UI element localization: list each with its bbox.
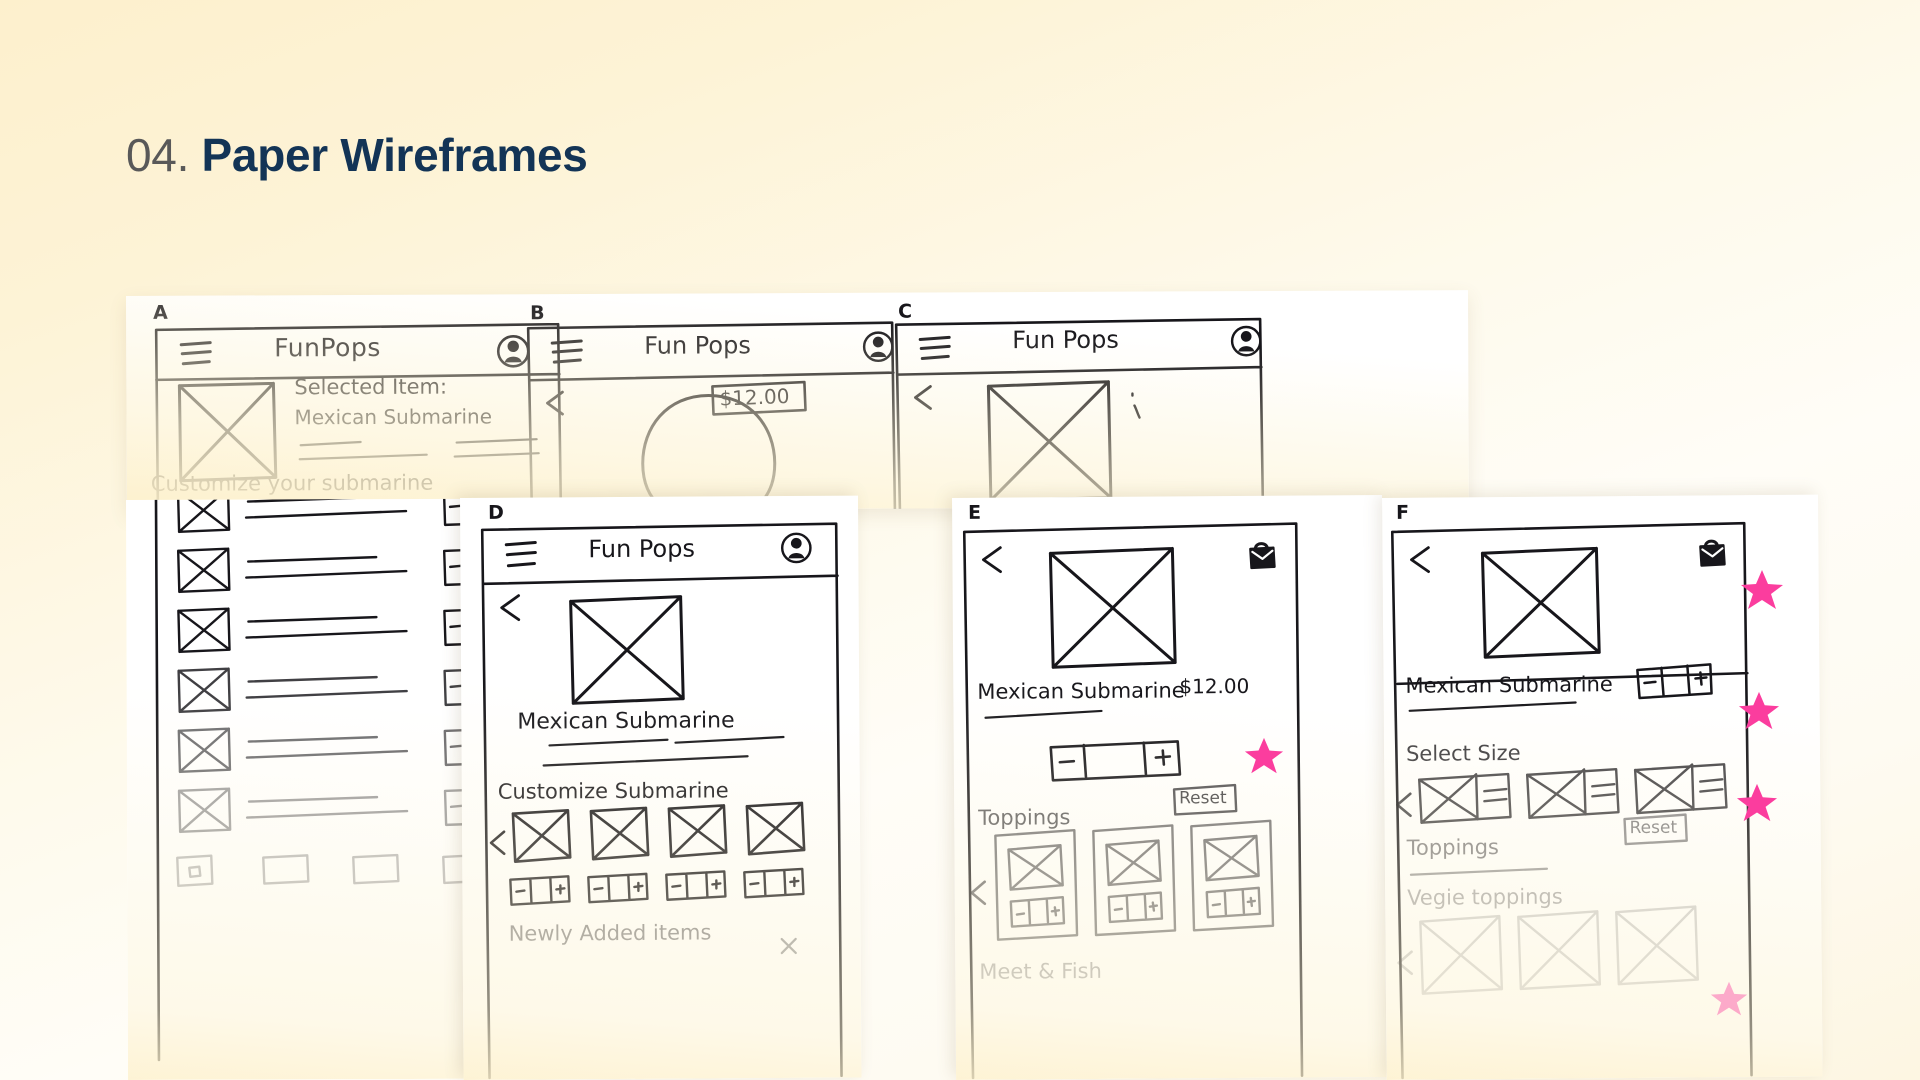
star-annotation	[1738, 691, 1780, 730]
option-card[interactable]	[744, 801, 806, 858]
back-arrow-icon[interactable]	[488, 830, 508, 856]
underline	[1408, 701, 1577, 712]
reset-label-e: Reset	[1179, 788, 1227, 809]
underline-group	[542, 735, 785, 767]
price-value-e: $12.00	[1179, 673, 1250, 699]
hamburger-menu-icon[interactable]	[918, 335, 952, 362]
back-arrow-icon[interactable]	[499, 594, 523, 622]
selected-item-value: Mexican Submarine	[294, 404, 493, 430]
list-item[interactable]	[177, 727, 469, 784]
image-placeholder	[569, 595, 685, 705]
screen-title-c: Fun Pops	[1012, 325, 1119, 355]
bottom-nav-bar[interactable]	[175, 851, 469, 898]
star-annotation	[1741, 570, 1783, 609]
quantity-stepper[interactable]	[1635, 663, 1713, 700]
back-arrow-icon[interactable]	[1408, 546, 1432, 574]
option-card[interactable]	[510, 809, 572, 865]
newly-added-heading: Newly Added items	[508, 920, 712, 946]
list-item[interactable]	[176, 498, 469, 544]
meat-fish-heading: Meet & Fish	[979, 958, 1102, 984]
wireframe-label-d: D	[488, 501, 504, 524]
price-value-b: $12.00	[719, 383, 790, 411]
image-placeholder	[1480, 546, 1601, 659]
avatar-icon[interactable]	[780, 532, 812, 564]
shopping-bag-icon[interactable]	[1246, 538, 1276, 570]
close-icon[interactable]	[779, 936, 799, 956]
topping-card[interactable]	[992, 828, 1079, 942]
topping-card[interactable]	[1515, 910, 1602, 991]
size-option-card[interactable]	[1632, 763, 1730, 816]
topping-card[interactable]	[1188, 819, 1275, 933]
list-item[interactable]	[176, 547, 469, 604]
size-option-card[interactable]	[1524, 767, 1622, 821]
image-placeholder	[177, 381, 278, 483]
pink-mark-small	[1131, 392, 1141, 419]
hamburger-menu-icon[interactable]	[550, 339, 584, 366]
customize-heading-a: Customize your submarine	[150, 470, 434, 496]
screen-title-d: Fun Pops	[588, 534, 695, 564]
reset-label-f: Reset	[1629, 817, 1678, 839]
hamburger-menu-icon[interactable]	[179, 341, 213, 368]
underline	[1409, 867, 1549, 876]
wireframe-sheet-e: E Mexican Submarine $12.00 Toppings Rese…	[952, 494, 1387, 1080]
back-arrow-icon[interactable]	[1394, 792, 1414, 818]
avatar-icon[interactable]	[862, 331, 894, 363]
wireframe-sheet-a-body	[126, 498, 469, 1080]
wireframe-sheet-d: D Fun Pops Mexican Submarine Customize S…	[460, 495, 862, 1080]
wireframe-label-b: B	[530, 302, 545, 325]
toppings-heading-f: Toppings	[1406, 835, 1500, 860]
wireframe-label-c: C	[898, 300, 913, 323]
select-size-heading: Select Size	[1405, 740, 1521, 766]
underline-group	[298, 438, 540, 461]
avatar-icon[interactable]	[496, 334, 530, 368]
product-name-f: Mexican Submarine	[1405, 672, 1613, 698]
image-placeholder	[986, 380, 1113, 502]
wireframe-label-f: F	[1396, 501, 1410, 524]
option-card[interactable]	[666, 804, 728, 860]
wireframe-label-e: E	[968, 501, 982, 524]
star-annotation	[1710, 981, 1748, 1016]
image-placeholder	[1048, 546, 1177, 669]
underline	[984, 709, 1103, 719]
star-annotation	[1244, 737, 1284, 774]
quantity-stepper[interactable]	[1048, 740, 1182, 783]
screen-title-a: FunPops	[274, 332, 381, 363]
back-arrow-icon[interactable]	[969, 880, 989, 906]
product-name-d: Mexican Submarine	[517, 708, 735, 735]
topping-card[interactable]	[1417, 914, 1504, 996]
list-item[interactable]	[177, 667, 469, 724]
quantity-stepper[interactable]	[664, 870, 728, 901]
quantity-stepper[interactable]	[508, 875, 572, 906]
vegie-toppings-heading: Vegie toppings	[1407, 884, 1563, 910]
back-arrow-icon[interactable]	[980, 546, 1004, 574]
back-arrow-icon[interactable]	[912, 384, 934, 410]
size-option-card[interactable]	[1416, 772, 1514, 826]
back-arrow-icon[interactable]	[1396, 950, 1416, 976]
screen-title-b: Fun Pops	[644, 331, 751, 360]
topping-card[interactable]	[1613, 905, 1700, 987]
paper-wireframe-photo-stack: A FunPops Selected Item: Mexican Submari…	[0, 0, 1920, 1080]
list-item[interactable]	[177, 787, 469, 844]
star-annotation	[1736, 783, 1778, 822]
selected-item-label: Selected Item:	[294, 374, 448, 400]
list-item[interactable]	[176, 607, 469, 664]
product-name-e: Mexican Submarine	[977, 678, 1185, 704]
toppings-heading-e: Toppings	[978, 805, 1071, 830]
quantity-stepper[interactable]	[742, 867, 806, 899]
customize-heading-d: Customize Submarine	[497, 778, 729, 804]
option-card[interactable]	[588, 806, 650, 863]
hamburger-menu-icon[interactable]	[504, 541, 538, 570]
wireframe-label-a: A	[153, 301, 168, 324]
quantity-stepper[interactable]	[586, 872, 650, 904]
avatar-icon[interactable]	[1230, 325, 1262, 357]
wireframe-sheet-back-row: A FunPops Selected Item: Mexican Submari…	[126, 290, 1469, 512]
back-arrow-icon[interactable]	[544, 390, 566, 416]
shopping-bag-icon[interactable]	[1696, 535, 1726, 567]
topping-card[interactable]	[1090, 824, 1177, 937]
